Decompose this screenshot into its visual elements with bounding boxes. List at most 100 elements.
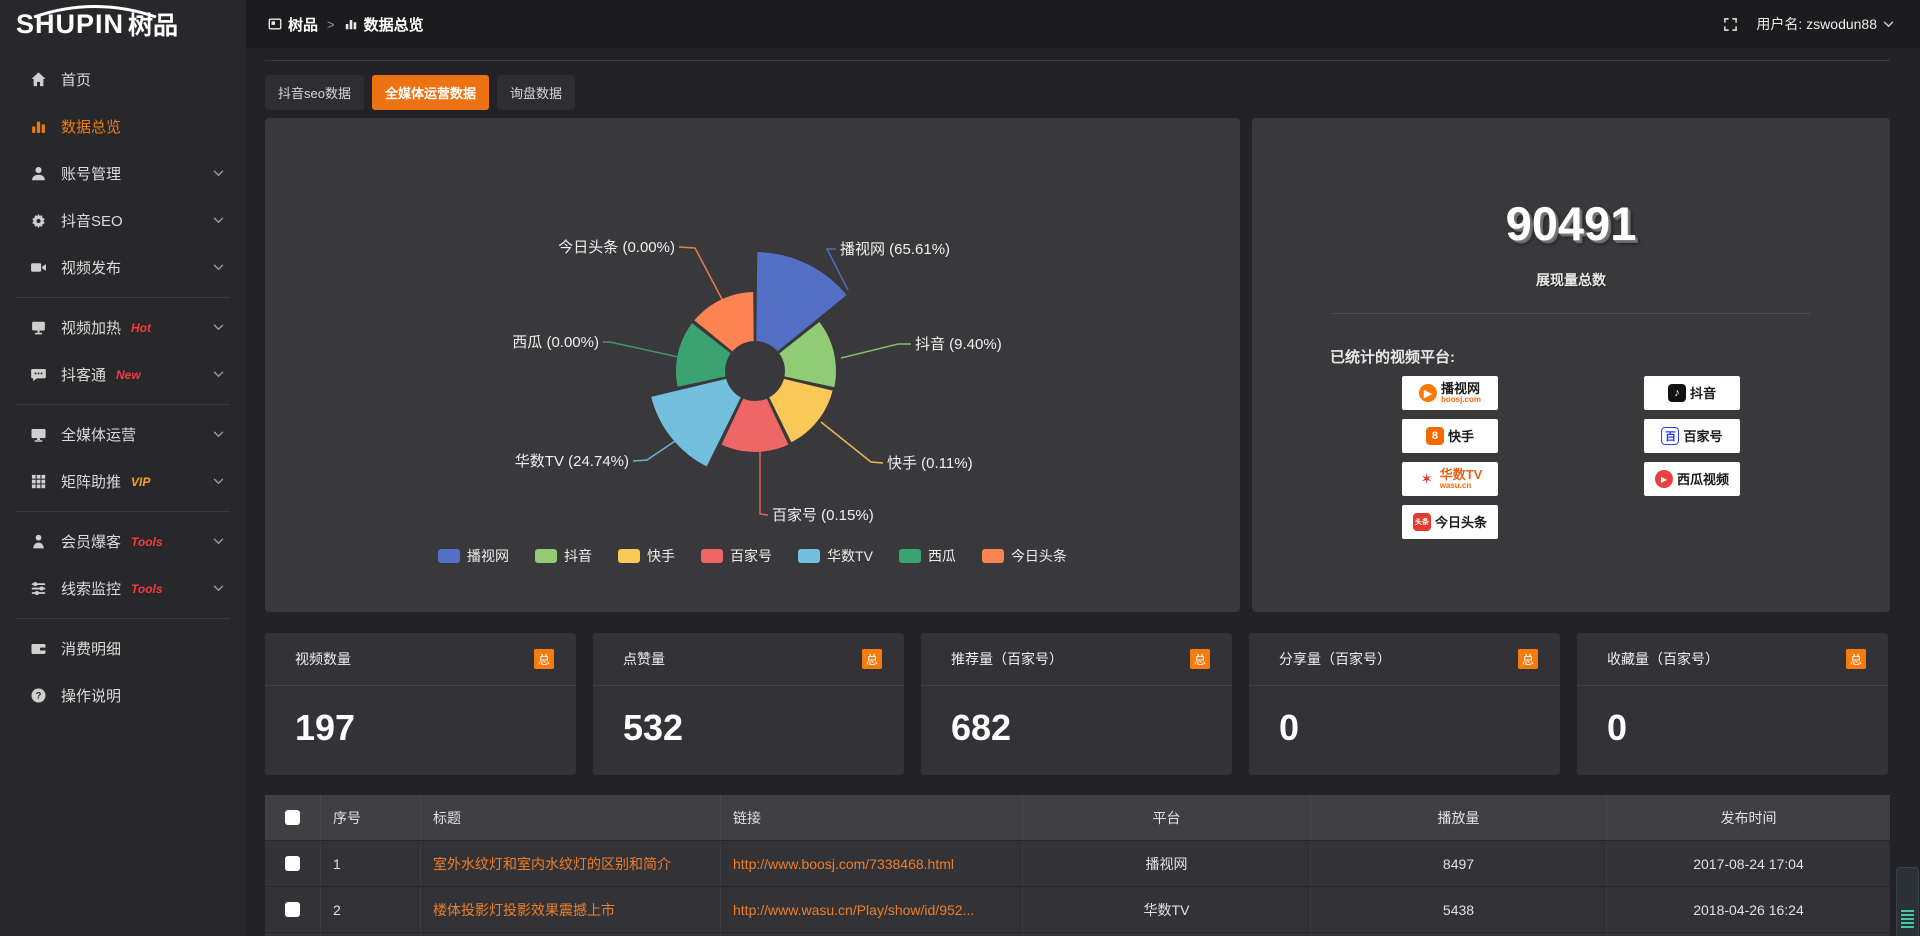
chevron-down-icon xyxy=(213,217,224,224)
stat-card-head: 视频数量 总 xyxy=(265,633,576,686)
cell-title[interactable]: 室外水纹灯和室内水纹灯的区别和简介 xyxy=(421,841,721,886)
sidebar-item-16[interactable]: ?操作说明 xyxy=(0,672,246,719)
cell-title[interactable]: 楼体投影灯投影效果震撼上市 xyxy=(421,887,721,932)
svg-text:?: ? xyxy=(36,691,42,702)
sidebar-item-3[interactable]: 抖音SEO xyxy=(0,197,246,244)
media-distribution-panel: 播视网 (65.61%)抖音 (9.40%)快手 (0.11%)百家号 (0.1… xyxy=(265,118,1240,612)
content: 抖音seo数据全媒体运营数据询盘数据 播视网 (65.61%)抖音 (9.40%… xyxy=(246,48,1920,936)
tab-1[interactable]: 全媒体运营数据 xyxy=(372,75,489,110)
total-badge: 总 xyxy=(534,649,554,669)
row-checkbox[interactable] xyxy=(285,856,300,871)
legend-item-西瓜[interactable]: 西瓜 xyxy=(899,546,956,566)
sidebar-item-label: 线索监控 xyxy=(61,578,121,599)
legend-label: 抖音 xyxy=(564,546,592,566)
sidebar-item-4[interactable]: 视频发布 xyxy=(0,244,246,291)
cell-link[interactable]: http://www.boosj.com/7338468.html xyxy=(721,841,1023,886)
legend-item-华数TV[interactable]: 华数TV xyxy=(798,546,873,566)
cell-link[interactable]: http://www.wasu.cn/Play/show/id/952... xyxy=(721,887,1023,932)
legend-item-播视网[interactable]: 播视网 xyxy=(438,546,509,566)
sidebar-item-2[interactable]: 账号管理 xyxy=(0,150,246,197)
select-all-cell xyxy=(265,795,321,840)
breadcrumb-current[interactable]: 数据总览 xyxy=(344,14,424,35)
sidebar-item-badge: Tools xyxy=(131,582,163,596)
boosj-icon: ▶ xyxy=(1419,384,1437,402)
legend-label: 华数TV xyxy=(827,546,873,566)
sidebar-item-label: 视频加热 xyxy=(61,317,121,338)
sidebar-item-label: 抖客通 xyxy=(61,364,106,385)
slice-label-华数TV: 华数TV (24.74%) xyxy=(515,453,629,470)
legend-label: 快手 xyxy=(647,546,675,566)
sidebar-item-6[interactable]: 视频加热Hot xyxy=(0,304,246,351)
tab-2[interactable]: 询盘数据 xyxy=(497,75,575,110)
user-menu[interactable]: 用户名: zswodun88 xyxy=(1756,14,1894,34)
stat-card-1: 点赞量总532 xyxy=(593,633,904,775)
cell-time: 2017-08-24 17:04 xyxy=(1607,841,1890,886)
wallet-icon xyxy=(30,640,47,657)
fullscreen-icon[interactable] xyxy=(1723,17,1738,32)
legend-swatch xyxy=(982,549,1004,563)
legend-item-抖音[interactable]: 抖音 xyxy=(535,546,592,566)
scrollbar-thumb xyxy=(1901,910,1914,930)
sidebar-item-label: 抖音SEO xyxy=(61,210,123,231)
total-impressions-label: 展现量总数 xyxy=(1252,270,1890,290)
sidebar-item-12[interactable]: 会员爆客 Tools xyxy=(0,518,246,565)
sidebar-item-label: 会员爆客 xyxy=(61,531,121,552)
breadcrumb-root-label: 树品 xyxy=(288,14,318,35)
topbar: SHUPIN 树品 树品 > 数据总览 xyxy=(0,0,1920,48)
legend-item-快手[interactable]: 快手 xyxy=(618,546,675,566)
summary-divider xyxy=(1332,313,1810,314)
kuaishou-icon: 8 xyxy=(1426,427,1444,445)
platform-badge-西瓜视频: ▶西瓜视频 xyxy=(1644,462,1740,496)
sidebar-item-1[interactable]: 数据总览 xyxy=(0,103,246,150)
legend-item-百家号[interactable]: 百家号 xyxy=(701,546,772,566)
breadcrumb-root[interactable]: 树品 xyxy=(268,14,318,35)
topbar-right: 用户名: zswodun88 xyxy=(1723,14,1920,34)
platform-badge-百家号: 百百家号 xyxy=(1644,419,1740,453)
stat-card-head: 分享量（百家号）总 xyxy=(1249,633,1560,686)
video-publish-icon xyxy=(30,259,47,276)
platform-name: 百家号 xyxy=(1683,430,1722,443)
scrollbar-widget[interactable] xyxy=(1896,867,1919,936)
sidebar-item-13[interactable]: 线索监控 Tools xyxy=(0,565,246,612)
platform-badge-华数TV: ✶华数TVwasu.cn xyxy=(1402,462,1498,496)
sidebar-item-10[interactable]: 矩阵助推VIP xyxy=(0,458,246,505)
total-badge: 总 xyxy=(1518,649,1538,669)
breadcrumb-separator: > xyxy=(327,17,335,32)
site-icon xyxy=(268,17,282,31)
label-line-百家号 xyxy=(760,450,768,515)
sidebar-item-7[interactable]: 抖客通New xyxy=(0,351,246,398)
stat-card-2: 推荐量（百家号）总 682 xyxy=(921,633,1232,775)
sidebar-item-badge: Tools xyxy=(131,535,163,549)
stat-card-label: 推荐量（百家号） xyxy=(951,649,1063,669)
sidebar: 首页数据总览账号管理抖音SEO 视频发布视频加热Hot抖客通New 全媒体运营矩阵助… xyxy=(0,48,246,936)
stat-card-value: 682 xyxy=(951,707,1011,749)
bar-chart-icon xyxy=(30,118,47,135)
slice-label-播视网: 播视网 (65.61%) xyxy=(840,241,950,258)
table-header-row: 序号标题链接平台播放量发布时间 xyxy=(265,795,1890,840)
sidebar-item-label: 视频发布 xyxy=(61,257,121,278)
platforms-title: 已统计的视频平台: xyxy=(1330,346,1455,367)
stat-card-label: 视频数量 xyxy=(295,649,351,669)
platform-name: 抖音 xyxy=(1690,387,1716,400)
chevron-down-icon xyxy=(1883,21,1894,28)
total-badge: 总 xyxy=(862,649,882,669)
select-all-checkbox[interactable] xyxy=(285,810,300,825)
header-no: 序号 xyxy=(321,795,421,840)
label-line-今日头条 xyxy=(679,247,724,303)
pie-slice-华数TV[interactable] xyxy=(650,378,742,468)
stat-card-head: 推荐量（百家号）总 xyxy=(921,633,1232,686)
stat-card-value: 0 xyxy=(1279,707,1299,749)
header-time: 发布时间 xyxy=(1607,795,1890,840)
chevron-down-icon xyxy=(213,170,224,177)
logo-arc xyxy=(30,4,160,18)
sidebar-item-15[interactable]: 消费明细 xyxy=(0,625,246,672)
toutiao-icon: 头条 xyxy=(1413,513,1431,531)
row-select-cell xyxy=(265,841,321,886)
sidebar-item-9[interactable]: 全媒体运营 xyxy=(0,411,246,458)
breadcrumb: 树品 > 数据总览 xyxy=(268,14,424,35)
chart-legend: 播视网 抖音 快手 百家号 华数TV 西瓜 今日头条 xyxy=(265,546,1240,566)
row-checkbox[interactable] xyxy=(285,902,300,917)
legend-item-今日头条[interactable]: 今日头条 xyxy=(982,546,1067,566)
tab-0[interactable]: 抖音seo数据 xyxy=(265,75,364,110)
sidebar-item-0[interactable]: 首页 xyxy=(0,56,246,103)
